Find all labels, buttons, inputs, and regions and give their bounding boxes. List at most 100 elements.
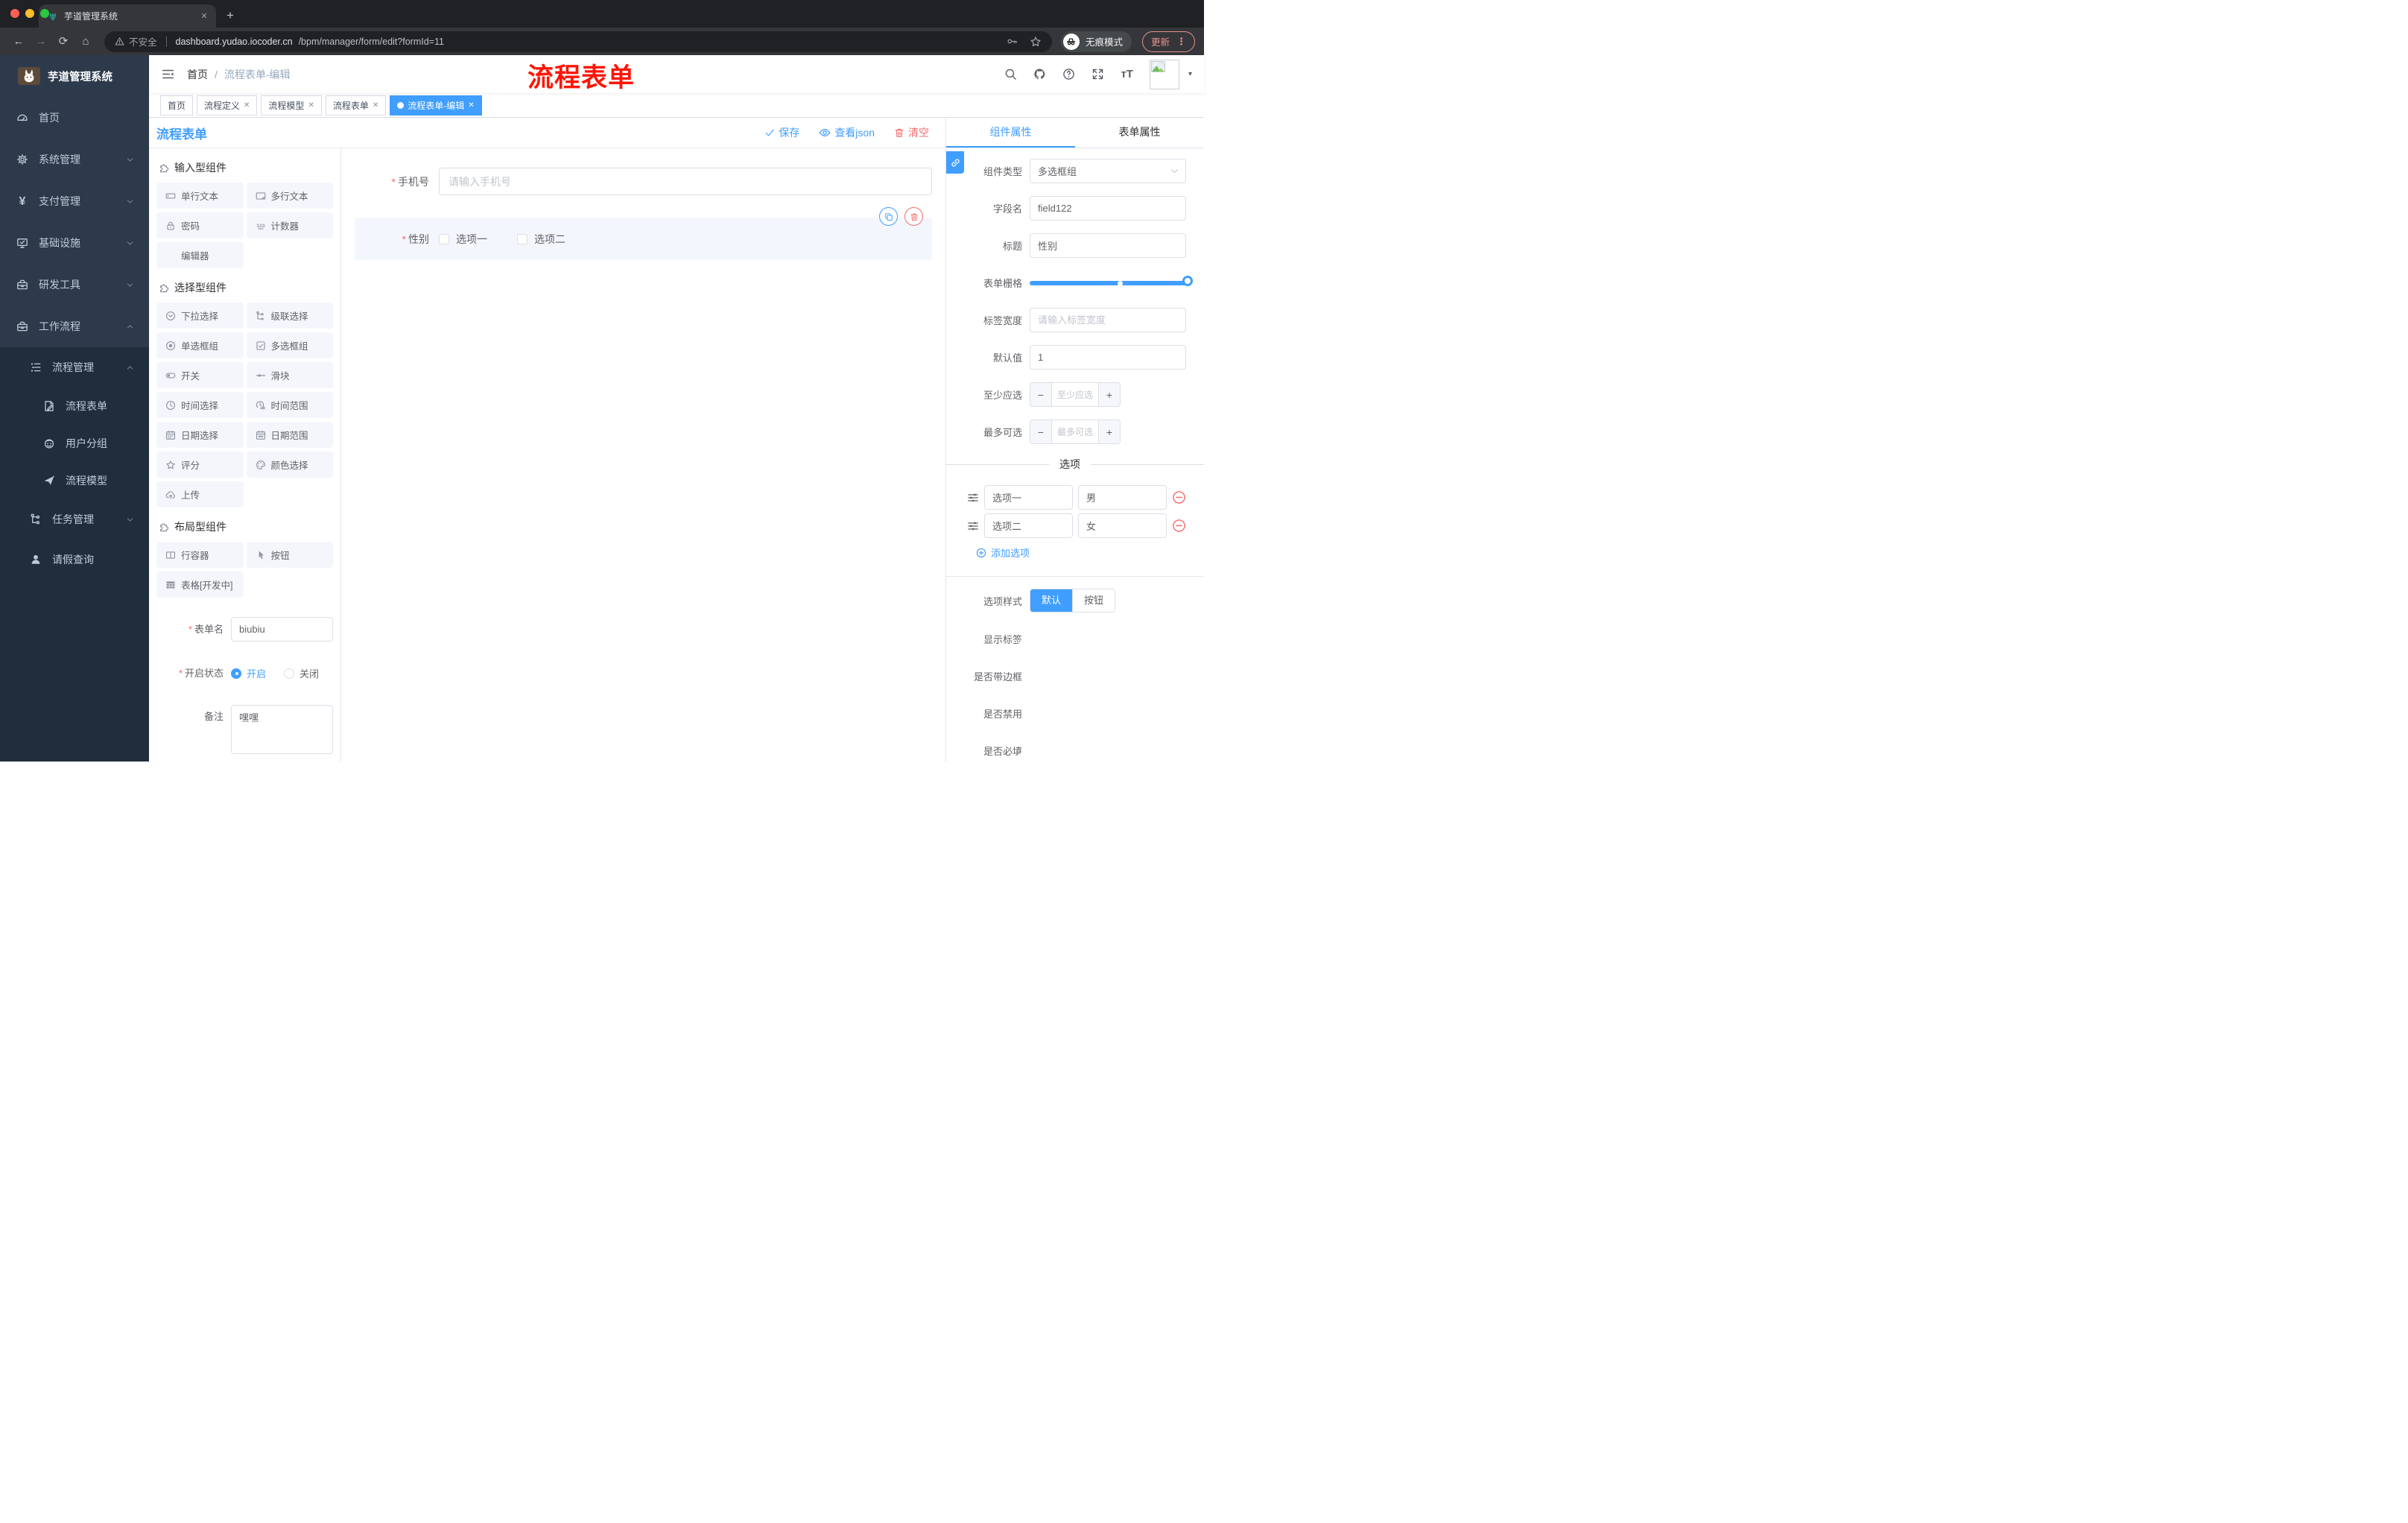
default-value-input[interactable] (1030, 345, 1186, 370)
style-button-button[interactable]: 按钮 (1072, 589, 1115, 612)
palette-item-time-range[interactable]: 时间范围 (246, 392, 333, 418)
link-toggle-button[interactable] (946, 151, 964, 174)
sidebar-item-infra[interactable]: 基础设施 (0, 222, 149, 264)
status-radio-on[interactable]: 开启 (231, 666, 266, 680)
new-tab-button[interactable]: + (226, 8, 234, 23)
palette-item-slider[interactable]: 滑块 (246, 362, 333, 388)
status-radio-off[interactable]: 关闭 (284, 666, 319, 680)
phone-input[interactable] (439, 168, 932, 195)
update-button[interactable]: 更新 ⋮ (1141, 31, 1195, 52)
delete-field-button[interactable] (904, 207, 923, 226)
sidebar-item-system[interactable]: 系统管理 (0, 139, 149, 180)
avatar[interactable] (1149, 59, 1179, 89)
fullscreen-icon[interactable] (1091, 68, 1104, 80)
password-key-icon[interactable] (1007, 36, 1018, 47)
tag-process-model[interactable]: 流程模型 ✕ (261, 95, 322, 115)
sidebar-item-devtools[interactable]: 研发工具 (0, 264, 149, 305)
canvas-field-phone[interactable]: * 手机号 (355, 168, 932, 195)
palette-item-counter[interactable]: 计数器 (246, 212, 333, 238)
avatar-caret-icon[interactable]: ▾ (1188, 70, 1192, 78)
tab-component-props[interactable]: 组件属性 (946, 118, 1075, 148)
palette-item-time-picker[interactable]: 时间选择 (156, 392, 244, 418)
hamburger-collapse-icon[interactable] (161, 67, 175, 81)
palette-item-password[interactable]: 密码 (156, 212, 244, 238)
tag-close-icon[interactable]: ✕ (244, 101, 250, 110)
form-canvas[interactable]: *手机号 *性别 选项一 选项二 (341, 148, 945, 762)
checkbox-option2[interactable] (517, 233, 527, 244)
palette-item-rate[interactable]: 评分 (156, 452, 244, 478)
palette-item-date-range[interactable]: 日期范围 (246, 422, 333, 448)
sidebar-logo[interactable]: 芋道管理系统 (0, 55, 149, 97)
sidebar-item-leave-query[interactable]: 请假查询 (0, 539, 149, 580)
style-default-button[interactable]: 默认 (1030, 589, 1073, 612)
forward-button[interactable]: → (31, 32, 51, 51)
tag-process-form-edit[interactable]: 流程表单-编辑 ✕ (390, 95, 482, 115)
browser-menu-icon[interactable]: ⋮ (1176, 36, 1186, 48)
add-option-button[interactable]: 添加选项 (976, 545, 1186, 560)
palette-item-cascader[interactable]: 级联选择 (246, 303, 333, 329)
tag-process-definition[interactable]: 流程定义 ✕ (197, 95, 258, 115)
palette-item-checkbox-group[interactable]: 多选框组 (246, 332, 333, 358)
help-question-icon[interactable] (1062, 68, 1075, 80)
stepper-minus-button[interactable]: − (1030, 383, 1052, 406)
view-json-button[interactable]: 查看json (819, 125, 875, 140)
tag-close-icon[interactable]: ✕ (308, 101, 314, 110)
close-window-button[interactable] (10, 9, 19, 18)
option-value-input[interactable] (1078, 513, 1167, 538)
stepper-value[interactable]: 最多可选 (1052, 420, 1098, 443)
stepper-plus-button[interactable]: + (1098, 383, 1120, 406)
sidebar-item-payment[interactable]: ¥ 支付管理 (0, 180, 149, 222)
clear-button[interactable]: 清空 (894, 125, 929, 140)
option-value-input[interactable] (1078, 485, 1167, 510)
tag-process-form[interactable]: 流程表单 ✕ (325, 95, 387, 115)
sidebar-item-process-mgmt[interactable]: 流程管理 (0, 347, 149, 387)
browser-tab[interactable]: 芋道管理系统 ✕ (39, 4, 216, 28)
palette-item-select[interactable]: 下拉选择 (156, 303, 244, 329)
palette-item-radio-group[interactable]: 单选框组 (156, 332, 244, 358)
save-button[interactable]: 保存 (764, 125, 799, 140)
form-remark-textarea[interactable]: 嘿嘿 (231, 705, 333, 754)
tab-close-icon[interactable]: ✕ (198, 10, 210, 22)
sidebar-item-task-mgmt[interactable]: 任务管理 (0, 499, 149, 539)
palette-item-multi-text[interactable]: 多行文本 (246, 183, 333, 209)
slider-handle[interactable] (1182, 276, 1193, 286)
sidebar-item-process-model[interactable]: 流程模型 (0, 462, 149, 499)
maximize-window-button[interactable] (40, 9, 49, 18)
tag-home[interactable]: 首页 (160, 95, 194, 115)
reload-button[interactable]: ⟳ (54, 32, 73, 51)
address-bar[interactable]: 不安全 dashboard.yudao.iocoder.cn /bpm/mana… (104, 31, 1052, 52)
remove-option-icon[interactable] (1172, 519, 1186, 533)
form-name-input[interactable] (231, 617, 333, 642)
option-label-input[interactable] (984, 513, 1073, 538)
search-icon[interactable] (1004, 68, 1017, 80)
github-icon[interactable] (1033, 68, 1046, 80)
stepper-value[interactable]: 至少应选 (1052, 383, 1098, 406)
tag-close-icon[interactable]: ✕ (468, 101, 474, 110)
sidebar-item-user-group[interactable]: 用户分组 (0, 425, 149, 462)
grid-slider[interactable] (1030, 270, 1193, 295)
sidebar-item-home[interactable]: 首页 (0, 97, 149, 139)
drag-handle-icon[interactable] (967, 492, 979, 504)
palette-item-editor[interactable]: 编辑器 (156, 242, 244, 268)
palette-item-single-text[interactable]: 单行文本 (156, 183, 244, 209)
palette-item-color-picker[interactable]: 颜色选择 (246, 452, 333, 478)
component-type-select[interactable] (1030, 159, 1186, 183)
sidebar-item-process-form[interactable]: 流程表单 (0, 387, 149, 425)
checkbox-option1[interactable] (439, 233, 449, 244)
option-label-input[interactable] (984, 485, 1073, 510)
drag-handle-icon[interactable] (967, 520, 979, 532)
palette-item-row-container[interactable]: 行容器 (156, 542, 244, 568)
tab-form-props[interactable]: 表单属性 (1075, 118, 1204, 148)
field-name-input[interactable] (1030, 196, 1186, 221)
home-button[interactable]: ⌂ (76, 32, 95, 51)
duplicate-field-button[interactable] (879, 207, 898, 226)
title-input[interactable] (1030, 233, 1186, 258)
canvas-field-gender-selected[interactable]: * 性别 选项一 选项二 (355, 207, 932, 260)
security-chip[interactable]: 不安全 (115, 34, 157, 48)
label-width-input[interactable] (1030, 308, 1186, 332)
palette-item-date-picker[interactable]: 日期选择 (156, 422, 244, 448)
stepper-plus-button[interactable]: + (1098, 420, 1120, 443)
remove-option-icon[interactable] (1172, 490, 1186, 504)
bookmark-star-icon[interactable] (1030, 36, 1042, 48)
minimize-window-button[interactable] (25, 9, 34, 18)
